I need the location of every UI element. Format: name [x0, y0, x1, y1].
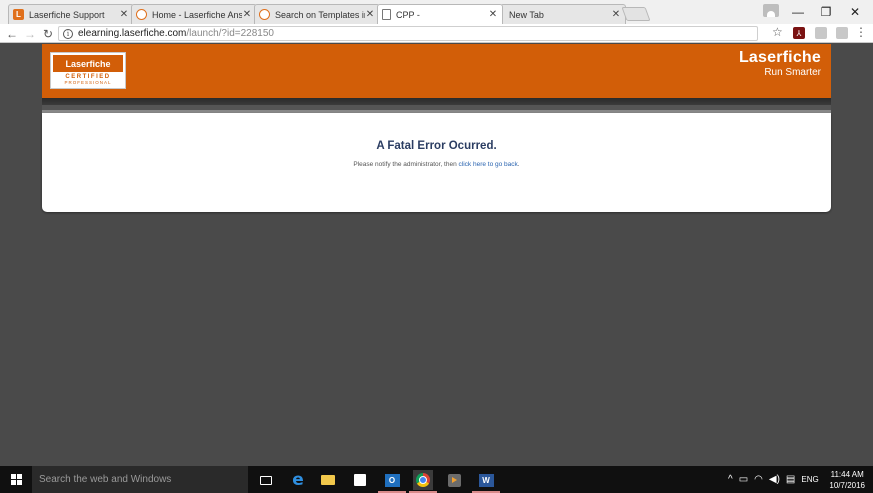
- close-window-button[interactable]: ✕: [841, 0, 869, 24]
- tab-cpp[interactable]: CPP - ✕: [377, 4, 503, 24]
- taskbar: Search the web and Windows e O W ^ ▭ ◠ ◀…: [0, 466, 873, 493]
- store-icon: [354, 474, 366, 486]
- chrome-button[interactable]: [409, 470, 437, 493]
- file-explorer-button[interactable]: [318, 470, 338, 490]
- badge-professional: PROFESSIONAL: [64, 80, 112, 85]
- edge-icon: e: [292, 470, 304, 490]
- brand-name: Laserfiche: [738, 49, 821, 66]
- laserfiche-logo: Laserfiche Run Smarter: [739, 49, 821, 78]
- close-icon[interactable]: ✕: [242, 9, 252, 20]
- extension-icon[interactable]: [836, 27, 848, 39]
- tab-laserfiche-support[interactable]: L Laserfiche Support ✕: [8, 4, 134, 24]
- new-tab-button[interactable]: [621, 7, 651, 21]
- outlook-icon: O: [384, 473, 400, 487]
- start-button[interactable]: [0, 466, 32, 493]
- tab-title: Home - Laserfiche Answ: [152, 9, 242, 20]
- close-icon[interactable]: ✕: [611, 9, 621, 20]
- chevron-up-icon[interactable]: ^: [728, 474, 733, 485]
- answers-icon: [259, 9, 270, 20]
- error-panel: A Fatal Error Ocurred. Please notify the…: [42, 113, 831, 212]
- close-icon[interactable]: ✕: [119, 9, 129, 20]
- word-icon: W: [478, 473, 494, 487]
- close-icon[interactable]: ✕: [488, 9, 498, 20]
- error-message-end: .: [517, 161, 520, 168]
- media-player-icon: [447, 473, 461, 487]
- task-view-icon: [260, 475, 272, 485]
- task-view-button[interactable]: [256, 470, 276, 490]
- site-header: Laserfiche CERTIFIED PROFESSIONAL Laserf…: [42, 44, 831, 98]
- error-title: A Fatal Error Ocurred.: [376, 140, 497, 152]
- certified-professional-logo: Laserfiche CERTIFIED PROFESSIONAL: [50, 52, 126, 89]
- close-icon[interactable]: ✕: [365, 9, 375, 20]
- tab-title: New Tab: [509, 9, 544, 20]
- language-indicator[interactable]: ENG: [801, 475, 818, 484]
- clock[interactable]: 11:44 AM 10/7/2016: [829, 469, 865, 491]
- address-bar[interactable]: i elearning.laserfiche.com/launch/?id=22…: [58, 26, 758, 41]
- extension-icon[interactable]: [815, 27, 827, 39]
- restore-button[interactable]: ❐: [812, 0, 840, 24]
- wifi-icon[interactable]: ◠: [754, 474, 763, 485]
- tab-title: CPP -: [396, 9, 420, 20]
- answers-icon: [136, 9, 147, 20]
- error-message: Please notify the administrator, then cl…: [42, 161, 831, 168]
- minimize-button[interactable]: —: [784, 0, 812, 24]
- brand-tagline: Run Smarter: [764, 67, 821, 78]
- outlook-button[interactable]: O: [378, 470, 406, 493]
- error-message-text: Please notify the administrator, then: [353, 161, 459, 168]
- store-button[interactable]: [350, 470, 370, 490]
- tab-strip: L Laserfiche Support ✕ Home - Laserfiche…: [0, 0, 873, 24]
- info-icon[interactable]: i: [63, 28, 73, 39]
- system-tray: ^ ▭ ◠ ◀) ▤ ENG: [728, 466, 819, 493]
- go-back-link[interactable]: click here to go back: [459, 161, 518, 168]
- clock-date: 10/7/2016: [829, 481, 865, 490]
- edge-button[interactable]: e: [288, 470, 308, 490]
- battery-icon[interactable]: ▭: [739, 474, 748, 485]
- clock-time: 11:44 AM: [830, 470, 864, 479]
- tab-new-tab[interactable]: New Tab ✕: [500, 4, 626, 24]
- tab-title: Laserfiche Support: [29, 9, 105, 20]
- action-center-icon[interactable]: ▤: [786, 474, 795, 485]
- chrome-icon: [416, 473, 430, 487]
- header-divider: [42, 98, 831, 105]
- media-player-button[interactable]: [444, 470, 464, 490]
- menu-icon[interactable]: ⋮: [855, 25, 867, 39]
- pdf-extension-icon[interactable]: ⅄: [793, 27, 805, 39]
- windows-icon: [10, 474, 22, 485]
- forward-button[interactable]: →: [22, 25, 38, 42]
- document-icon: [382, 9, 391, 20]
- word-button[interactable]: W: [472, 470, 500, 493]
- browser-toolbar: ← → ↻ i elearning.laserfiche.com/launch/…: [0, 24, 873, 43]
- volume-icon[interactable]: ◀): [769, 474, 780, 485]
- url-host: elearning.laserfiche.com: [78, 28, 187, 39]
- bookmark-star-icon[interactable]: ☆: [772, 25, 783, 39]
- laserfiche-icon: L: [13, 9, 24, 20]
- tab-title: Search on Templates in L: [275, 9, 365, 20]
- page-viewport: Laserfiche CERTIFIED PROFESSIONAL Laserf…: [0, 44, 873, 466]
- profile-icon[interactable]: [763, 4, 779, 17]
- tab-home-answers[interactable]: Home - Laserfiche Answ ✕: [131, 4, 257, 24]
- badge-brand: Laserfiche: [53, 55, 123, 72]
- reload-button[interactable]: ↻: [40, 25, 56, 42]
- folder-icon: [321, 475, 335, 485]
- back-button[interactable]: ←: [4, 25, 20, 42]
- tab-search-templates[interactable]: Search on Templates in L ✕: [254, 4, 380, 24]
- url-path: /launch/?id=228150: [186, 28, 274, 39]
- taskbar-search[interactable]: Search the web and Windows: [32, 466, 248, 493]
